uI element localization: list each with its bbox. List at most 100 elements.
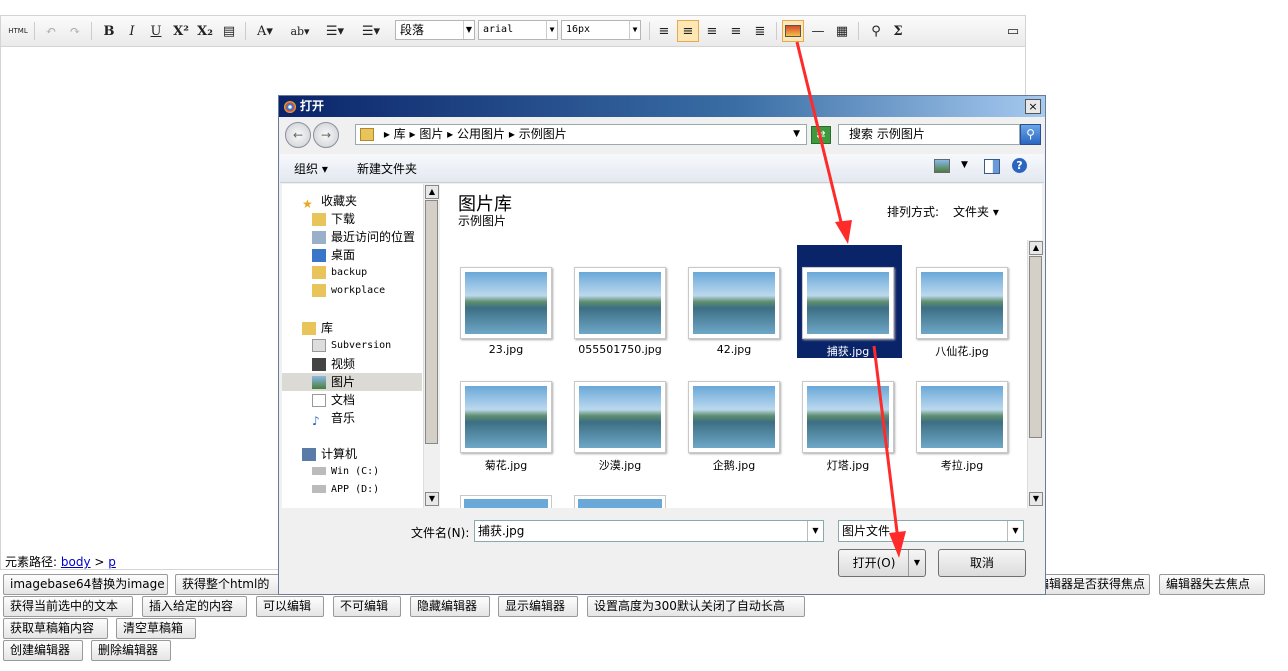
breadcrumb-public-pictures[interactable]: 公用图片 — [457, 127, 505, 141]
forward-button[interactable]: → — [313, 122, 339, 148]
file-item[interactable]: 菊花.jpg — [446, 359, 552, 472]
search-icon[interactable]: ⚲ — [1020, 124, 1041, 145]
delete-editor-button[interactable]: 删除编辑器 — [91, 640, 171, 661]
scroll-down-icon[interactable]: ▼ — [1029, 492, 1043, 506]
nav-workplace[interactable]: workplace — [312, 282, 385, 300]
content-scroll-thumb[interactable] — [1029, 256, 1042, 438]
nav-pictures[interactable]: 图片 — [282, 373, 422, 391]
show-editor-button[interactable]: 显示编辑器 — [498, 596, 578, 617]
chevron-down-icon[interactable]: ▼ — [793, 125, 800, 144]
breadcrumb-library[interactable]: 库 — [394, 127, 406, 141]
file-item[interactable]: 沙漠.jpg — [560, 359, 666, 472]
chevron-down-icon[interactable]: ▼ — [908, 550, 925, 576]
file-item-selected[interactable]: 捕获.jpg — [788, 245, 894, 358]
file-item[interactable]: 42.jpg — [674, 245, 780, 357]
font-family-select[interactable]: arial ▼ — [478, 20, 558, 40]
italic-button[interactable]: I — [122, 20, 142, 42]
file-item-partial[interactable] — [574, 495, 666, 508]
align-left-icon[interactable]: ≡ — [677, 20, 699, 42]
filename-input[interactable]: 捕获.jpg ▼ — [474, 520, 824, 542]
image-base64-button[interactable]: imagebase64替换为image — [3, 574, 168, 595]
nav-drive-d[interactable]: APP (D:) — [312, 481, 379, 499]
breadcrumb-pictures[interactable]: 图片 — [419, 127, 443, 141]
formula-sigma-icon[interactable]: Σ — [888, 20, 908, 42]
path-body-link[interactable]: body — [61, 555, 91, 569]
file-item[interactable]: 考拉.jpg — [902, 359, 1008, 472]
arrange-by-select[interactable]: 文件夹 ▾ — [953, 203, 999, 220]
scroll-up-icon[interactable]: ▲ — [425, 185, 439, 199]
get-selected-text-button[interactable]: 获得当前选中的文本 — [3, 596, 133, 617]
bold-button[interactable]: B — [99, 20, 119, 42]
nav-desktop[interactable]: 桌面 — [312, 246, 355, 264]
font-size-select[interactable]: 16px ▼ — [561, 20, 641, 40]
nav-libraries[interactable]: 库 — [302, 319, 333, 337]
clear-draft-button[interactable]: 清空草稿箱 — [116, 618, 196, 639]
file-item[interactable]: 八仙花.jpg — [902, 245, 1008, 358]
file-item[interactable]: 灯塔.jpg — [788, 359, 894, 472]
file-item[interactable]: 企鹅.jpg — [674, 359, 780, 472]
horizontal-rule-icon[interactable]: — — [808, 20, 828, 42]
indent-icon[interactable]: ≡ — [654, 20, 674, 42]
nav-documents[interactable]: 文档 — [312, 391, 355, 409]
refresh-icon[interactable]: ⇄ — [811, 126, 831, 144]
cancel-button[interactable]: 取消 — [938, 549, 1026, 577]
disable-edit-button[interactable]: 不可编辑 — [333, 596, 401, 617]
back-button[interactable]: ← — [285, 122, 311, 148]
has-focus-button[interactable]: 编辑器是否获得焦点 — [1030, 574, 1150, 595]
fullscreen-icon[interactable]: ▭ — [1002, 20, 1024, 42]
undo-icon[interactable]: ↶ — [41, 20, 61, 42]
nav-backup[interactable]: backup — [312, 264, 367, 282]
nav-subversion[interactable]: Subversion — [312, 337, 391, 355]
nav-favorites[interactable]: ★ 收藏夹 — [302, 192, 357, 211]
organize-menu[interactable]: 组织 ▾ — [294, 160, 328, 177]
search-replace-icon[interactable]: ⚲ — [865, 20, 887, 42]
superscript-button[interactable]: X² — [170, 20, 192, 42]
unordered-list-icon[interactable]: ☰▾ — [357, 20, 385, 42]
redo-icon[interactable]: ↷ — [65, 20, 85, 42]
scroll-down-icon[interactable]: ▼ — [425, 492, 439, 506]
nav-drive-c[interactable]: Win (C:) — [312, 463, 379, 481]
align-justify-icon[interactable]: ≣ — [750, 20, 770, 42]
enable-edit-button[interactable]: 可以编辑 — [256, 596, 324, 617]
content-scrollbar[interactable]: ▲ ▼ — [1027, 240, 1043, 508]
nav-computer[interactable]: 计算机 — [302, 445, 357, 463]
get-all-html-button[interactable]: 获得整个html的 — [175, 574, 285, 595]
align-right-icon[interactable]: ≡ — [726, 20, 746, 42]
nav-scroll-thumb[interactable] — [425, 200, 438, 444]
nav-downloads[interactable]: 下载 — [312, 210, 355, 228]
hide-editor-button[interactable]: 隐藏编辑器 — [410, 596, 490, 617]
insert-content-button[interactable]: 插入给定的内容 — [142, 596, 247, 617]
new-folder-button[interactable]: 新建文件夹 — [357, 160, 417, 177]
set-height-button[interactable]: 设置高度为300默认关闭了自动长高 — [587, 596, 805, 617]
create-editor-button[interactable]: 创建编辑器 — [3, 640, 83, 661]
dialog-title-bar[interactable]: 打开 — [279, 96, 1045, 117]
breadcrumb-sample-pictures[interactable]: 示例图片 — [519, 127, 567, 141]
blur-button[interactable]: 编辑器失去焦点 — [1159, 574, 1265, 595]
filetype-select[interactable]: 图片文件 ▼ — [838, 520, 1024, 542]
dialog-close-button[interactable]: × — [1025, 99, 1041, 114]
scroll-up-icon[interactable]: ▲ — [1029, 241, 1043, 255]
insert-image-icon[interactable] — [782, 20, 804, 42]
subscript-button[interactable]: X₂ — [194, 20, 216, 42]
preview-pane-icon[interactable] — [984, 159, 1000, 174]
address-bar[interactable]: ▸ 库 ▸ 图片 ▸ 公用图片 ▸ 示例图片 ▼ — [355, 124, 807, 145]
nav-videos[interactable]: 视频 — [312, 355, 355, 373]
underline-button[interactable]: U — [146, 20, 166, 42]
align-center-icon[interactable]: ≡ — [702, 20, 722, 42]
nav-recent[interactable]: 最近访问的位置 — [312, 228, 415, 246]
font-color-button[interactable]: A▾ — [253, 20, 277, 42]
paste-plain-icon[interactable]: ▤ — [219, 20, 239, 42]
chevron-down-icon[interactable]: ▼ — [807, 521, 823, 541]
chevron-down-icon[interactable]: ▼ — [961, 160, 968, 170]
help-icon[interactable]: ? — [1012, 158, 1027, 173]
html-source-button[interactable]: HTML — [7, 20, 29, 42]
insert-table-icon[interactable]: ▦ — [832, 20, 852, 42]
open-button[interactable]: 打开(O) ▼ — [838, 549, 926, 577]
view-icon[interactable] — [934, 159, 950, 173]
chevron-down-icon[interactable]: ▼ — [1007, 521, 1023, 541]
get-draft-button[interactable]: 获取草稿箱内容 — [3, 618, 108, 639]
nav-music[interactable]: ♪ 音乐 — [312, 409, 355, 428]
nav-scrollbar[interactable]: ▲ ▼ — [423, 184, 439, 508]
path-p-link[interactable]: p — [108, 555, 116, 569]
ordered-list-icon[interactable]: ☰▾ — [321, 20, 349, 42]
